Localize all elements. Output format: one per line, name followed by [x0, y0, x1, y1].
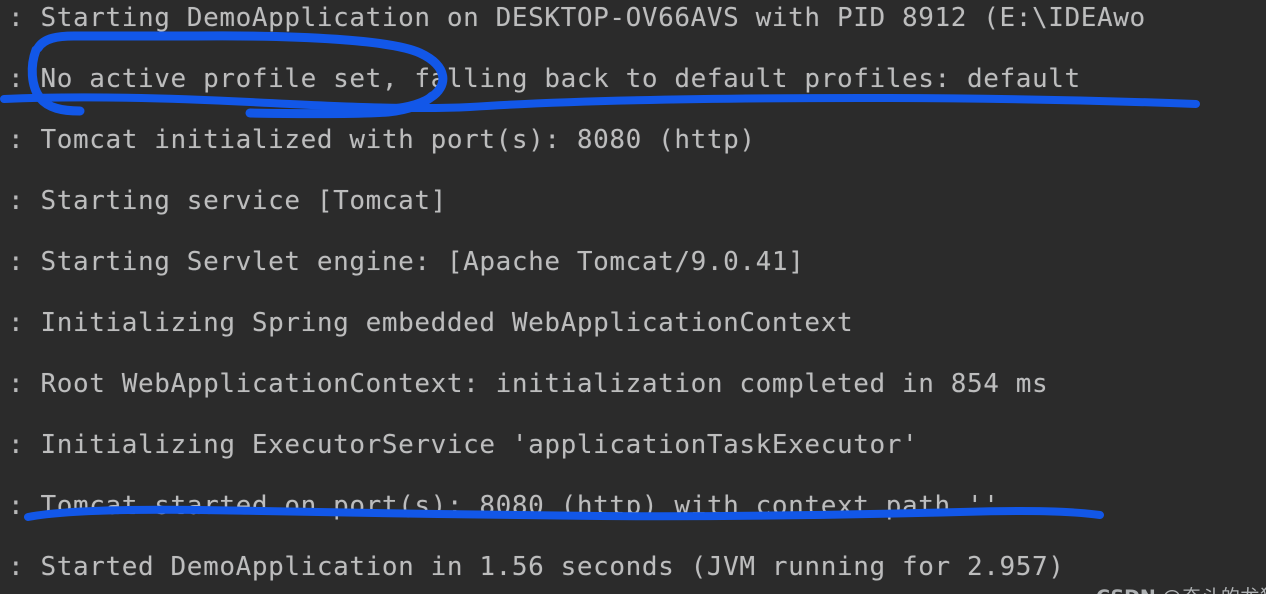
log-line[interactable]: : Starting service [Tomcat] [8, 186, 447, 216]
csdn-watermark: CSDN @奋斗的龙猫 [1070, 560, 1266, 594]
log-line[interactable]: : Tomcat started on port(s): 8080 (http)… [8, 491, 999, 521]
log-line-gutter: : [8, 125, 25, 155]
log-line[interactable]: : Starting DemoApplication on DESKTOP-OV… [8, 3, 1146, 33]
log-line-gutter: : [8, 64, 25, 94]
log-line[interactable]: : Tomcat initialized with port(s): 8080 … [8, 125, 756, 155]
log-line[interactable]: : Initializing Spring embedded WebApplic… [8, 308, 853, 338]
log-line-gutter: : [8, 3, 25, 33]
console-screenshot: : Starting DemoApplication on DESKTOP-OV… [0, 0, 1266, 594]
log-line-text: Root WebApplicationContext: initializati… [40, 369, 1049, 399]
log-line-gutter: : [8, 308, 25, 338]
log-line-text: Starting Servlet engine: [Apache Tomcat/… [40, 247, 805, 277]
log-line[interactable]: : Root WebApplicationContext: initializa… [8, 369, 1048, 399]
log-line[interactable]: : Starting Servlet engine: [Apache Tomca… [8, 247, 804, 277]
log-line-gutter: : [8, 186, 25, 216]
log-line-gutter: : [8, 369, 25, 399]
log-line[interactable]: : No active profile set, falling back to… [8, 64, 1081, 94]
log-line-gutter: : [8, 552, 25, 582]
log-line-text: Starting DemoApplication on DESKTOP-OV66… [40, 3, 1146, 33]
log-line-text: Tomcat initialized with port(s): 8080 (h… [40, 125, 756, 155]
watermark-handle: @奋斗的龙猫 [1162, 586, 1266, 594]
log-line[interactable]: : Started DemoApplication in 1.56 second… [8, 552, 1065, 582]
log-line-text: Started DemoApplication in 1.56 seconds … [40, 552, 1065, 582]
log-line-text: Tomcat started on port(s): 8080 (http) w… [40, 491, 1000, 521]
log-line[interactable]: : Initializing ExecutorService 'applicat… [8, 430, 918, 460]
watermark-brand: CSDN [1096, 586, 1156, 594]
log-line-text: No active profile set, falling back to d… [40, 64, 1081, 94]
console-log-output[interactable]: : Starting DemoApplication on DESKTOP-OV… [0, 0, 1266, 594]
log-line-text: Starting service [Tomcat] [40, 186, 447, 216]
log-line-gutter: : [8, 247, 25, 277]
log-line-gutter: : [8, 430, 25, 460]
log-line-text: Initializing ExecutorService 'applicatio… [40, 430, 919, 460]
log-line-gutter: : [8, 491, 25, 521]
log-line-text: Initializing Spring embedded WebApplicat… [40, 308, 854, 338]
